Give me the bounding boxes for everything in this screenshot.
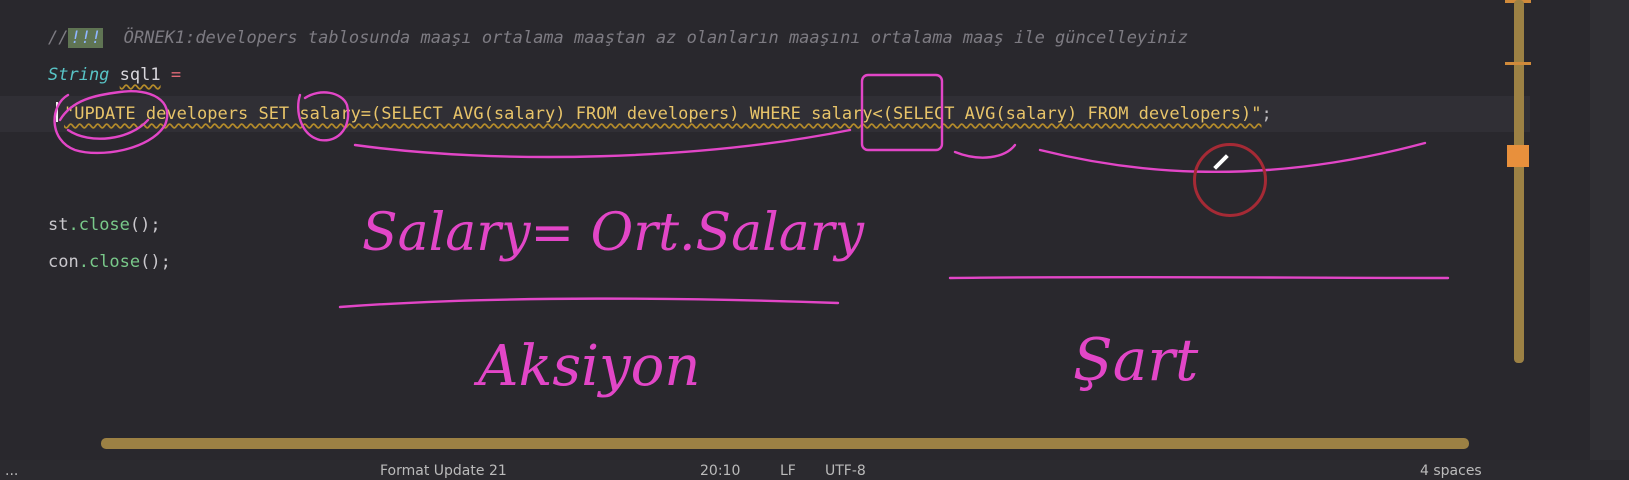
vertical-scrollbar[interactable] — [1514, 0, 1524, 363]
sql-string-line[interactable]: "UPDATE developers SET salary=(SELECT AV… — [56, 102, 1272, 124]
connection-object: con — [48, 252, 79, 272]
comment-prefix: // — [48, 28, 69, 48]
close-connection-line[interactable]: con.close(); — [48, 252, 171, 272]
method-parens: (); — [140, 252, 171, 272]
warning-marker[interactable] — [1507, 145, 1529, 167]
text-caret — [56, 102, 58, 122]
comment-line[interactable]: //!!! ÖRNEK1:developers tablosunda maaşı… — [48, 28, 1188, 48]
assign-operator: = — [170, 65, 182, 85]
scroll-marker[interactable] — [1505, 62, 1531, 65]
declaration-line[interactable]: String sql1 = — [48, 65, 181, 85]
close-statement-line[interactable]: st.close(); — [48, 215, 161, 235]
sql-string: "UPDATE developers SET salary=(SELECT AV… — [64, 104, 1262, 124]
status-item[interactable]: ... — [5, 463, 18, 479]
comment-text: ÖRNEK1:developers tablosunda maaşı ortal… — [103, 28, 1189, 48]
right-tool-strip — [1590, 0, 1629, 480]
code-editor[interactable]: //!!! ÖRNEK1:developers tablosunda maaşı… — [0, 0, 1590, 460]
close-method: .close — [78, 252, 141, 272]
close-method: .close — [68, 215, 130, 235]
status-encoding[interactable]: UTF-8 — [825, 463, 866, 479]
status-line-ending[interactable]: LF — [780, 463, 796, 479]
pen-pointer-ring — [1193, 143, 1267, 217]
status-bar: ... Format Update 21 20:10 LF UTF-8 4 sp… — [0, 460, 1629, 480]
status-position[interactable]: 20:10 — [700, 463, 740, 479]
comment-bang: !!! — [68, 28, 104, 48]
statement-object: st — [48, 215, 69, 235]
type-keyword: String — [48, 65, 110, 85]
semicolon: ; — [1261, 104, 1272, 124]
variable-name: sql1 — [119, 65, 161, 85]
horizontal-scrollbar[interactable] — [101, 438, 1469, 449]
method-parens: (); — [129, 215, 161, 235]
status-indent[interactable]: 4 spaces — [1420, 463, 1482, 479]
status-update[interactable]: Format Update 21 — [380, 463, 507, 479]
